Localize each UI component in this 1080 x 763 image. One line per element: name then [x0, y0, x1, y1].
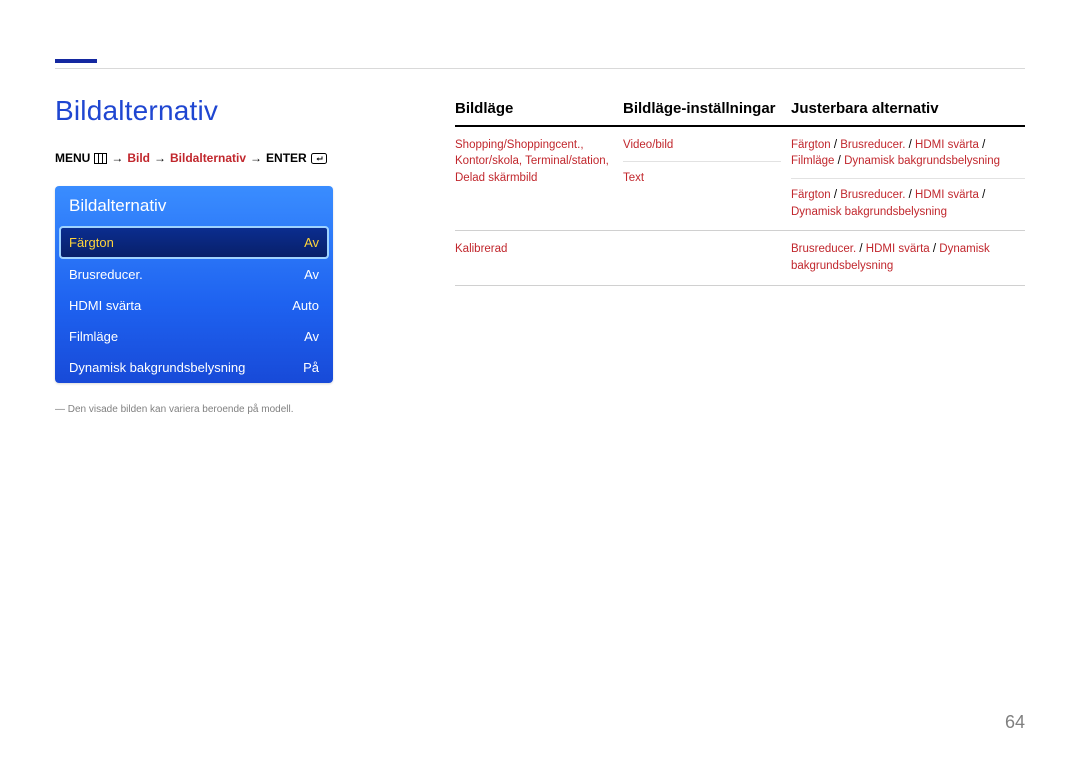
- option-name: Färgton: [791, 139, 831, 151]
- option-name: Brusreducer.: [840, 139, 905, 151]
- table-header-alternativ: Justerbara alternativ: [791, 100, 1025, 123]
- table-subcell: Brusreducer. / HDMI svärta / Dynamisk ba…: [791, 241, 1025, 274]
- separator: /: [831, 189, 841, 201]
- separator: /: [905, 189, 915, 201]
- table-header-installningar: Bildläge-inställningar: [623, 100, 791, 123]
- page-number: 64: [1005, 712, 1025, 733]
- osd-row-value: Auto: [292, 298, 319, 313]
- table-subcell: Text: [623, 170, 781, 187]
- separator: /: [856, 243, 866, 255]
- osd-row[interactable]: Filmläge Av: [55, 321, 333, 352]
- arrow-icon: →: [154, 151, 166, 165]
- breadcrumb-menu: MENU: [55, 151, 90, 165]
- breadcrumb-bildalternativ: Bildalternativ: [170, 151, 246, 165]
- settings-table: Bildläge Bildläge-inställningar Justerba…: [455, 100, 1025, 286]
- osd-row[interactable]: Dynamisk bakgrundsbelysning På: [55, 352, 333, 383]
- table-header-row: Bildläge Bildläge-inställningar Justerba…: [455, 100, 1025, 123]
- separator: /: [905, 139, 915, 151]
- option-name: Dynamisk bakgrundsbelysning: [791, 206, 947, 218]
- menu-icon: [94, 152, 107, 164]
- separator: /: [831, 139, 841, 151]
- arrow-icon: →: [250, 151, 262, 165]
- table-cell-installningar: [623, 241, 791, 274]
- osd-row-label: Dynamisk bakgrundsbelysning: [69, 360, 245, 375]
- table-row: Kalibrerad Brusreducer. / HDMI svärta / D…: [455, 231, 1025, 285]
- table-subcell: Video/bild: [623, 137, 781, 154]
- breadcrumb-bild: Bild: [127, 151, 150, 165]
- option-name: HDMI svärta: [866, 243, 930, 255]
- option-name: Filmläge: [791, 155, 834, 167]
- option-name: Dynamisk bakgrundsbelysning: [844, 155, 1000, 167]
- osd-row[interactable]: HDMI svärta Auto: [55, 290, 333, 321]
- separator: /: [834, 155, 844, 167]
- osd-row[interactable]: Färgton Av: [61, 228, 327, 257]
- table-cell-alternativ: Brusreducer. / HDMI svärta / Dynamisk ba…: [791, 241, 1025, 274]
- separator: /: [979, 139, 985, 151]
- table-cell-installningar: Video/bild Text: [623, 137, 791, 221]
- option-name: HDMI svärta: [915, 139, 979, 151]
- breadcrumb: MENU → Bild → Bildalternativ → ENTER: [55, 151, 327, 165]
- separator: /: [930, 243, 940, 255]
- osd-row-value: På: [303, 360, 319, 375]
- option-name: HDMI svärta: [915, 189, 979, 201]
- osd-title: Bildalternativ: [55, 186, 333, 226]
- footnote: ― Den visade bilden kan variera beroende…: [55, 404, 293, 415]
- table-header-bildlage: Bildläge: [455, 100, 623, 123]
- top-rule: [55, 68, 1025, 69]
- osd-row-value: Av: [304, 267, 319, 282]
- table-subcell: Färgton / Brusreducer. / HDMI svärta / F…: [791, 137, 1025, 170]
- option-name: Brusreducer.: [840, 189, 905, 201]
- page-title: Bildalternativ: [55, 95, 218, 127]
- osd-row-label: Färgton: [69, 235, 114, 250]
- osd-row-label: Brusreducer.: [69, 267, 143, 282]
- table-cell-bildlage: Kalibrerad: [455, 241, 623, 274]
- accent-bar: [55, 59, 97, 63]
- separator: /: [979, 189, 985, 201]
- breadcrumb-enter: ENTER: [266, 151, 307, 165]
- osd-row-label: Filmläge: [69, 329, 118, 344]
- option-name: Färgton: [791, 189, 831, 201]
- table-subcell: Färgton / Brusreducer. / HDMI svärta / D…: [791, 187, 1025, 220]
- option-name: Brusreducer.: [791, 243, 856, 255]
- table-row: Shopping/Shoppingcent., Kontor/skola, Te…: [455, 127, 1025, 232]
- table-cell-bildlage: Shopping/Shoppingcent., Kontor/skola, Te…: [455, 137, 623, 221]
- osd-row-value: Av: [304, 329, 319, 344]
- table-cell-alternativ: Färgton / Brusreducer. / HDMI svärta / F…: [791, 137, 1025, 221]
- osd-row-value: Av: [304, 235, 319, 250]
- osd-row-label: HDMI svärta: [69, 298, 141, 313]
- enter-icon: [311, 152, 327, 164]
- osd-panel: Bildalternativ Färgton Av Brusreducer. Av HD…: [55, 186, 333, 383]
- arrow-icon: →: [111, 151, 123, 165]
- osd-row[interactable]: Brusreducer. Av: [55, 259, 333, 290]
